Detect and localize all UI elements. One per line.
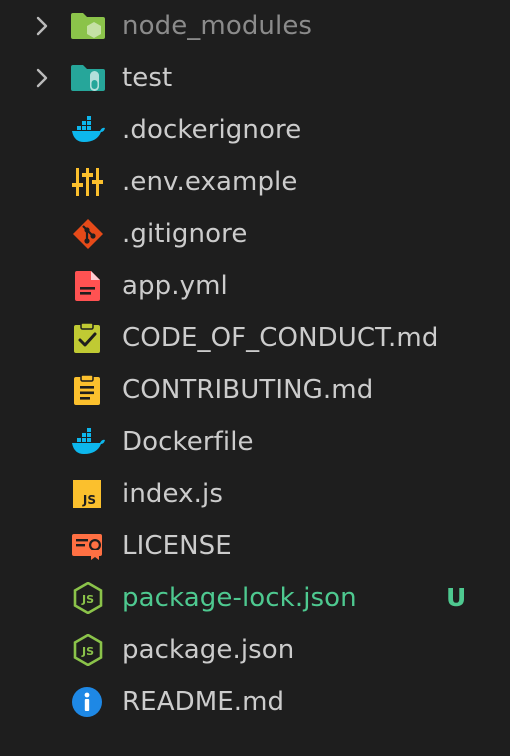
chevron-right-icon[interactable] xyxy=(30,64,54,92)
file-contributing[interactable]: CONTRIBUTING.md xyxy=(0,364,510,416)
file-package-lock-json[interactable]: JS package-lock.json U xyxy=(0,572,510,624)
file-label: app.yml xyxy=(122,271,228,301)
license-certificate-icon xyxy=(70,530,106,562)
git-status-badge: U xyxy=(446,583,467,612)
clipboard-list-icon xyxy=(70,374,106,406)
file-license[interactable]: LICENSE xyxy=(0,520,510,572)
file-label: LICENSE xyxy=(122,531,232,561)
file-gitignore[interactable]: .gitignore xyxy=(0,208,510,260)
chevron-right-icon[interactable] xyxy=(30,12,54,40)
file-dockerignore[interactable]: .dockerignore xyxy=(0,104,510,156)
settings-sliders-icon xyxy=(70,166,106,198)
docker-icon xyxy=(70,426,106,458)
file-label: package-lock.json xyxy=(122,583,357,613)
git-icon xyxy=(70,218,106,250)
javascript-icon: JS xyxy=(70,478,106,510)
file-label: package.json xyxy=(122,635,295,665)
info-icon xyxy=(70,686,106,718)
yaml-file-icon xyxy=(70,270,106,302)
file-label: CONTRIBUTING.md xyxy=(122,375,374,405)
file-readme[interactable]: README.md xyxy=(0,676,510,728)
file-index-js[interactable]: JS index.js xyxy=(0,468,510,520)
file-label: test xyxy=(122,63,173,93)
file-label: .env.example xyxy=(122,167,298,197)
folder-node-modules[interactable]: node_modules xyxy=(0,0,510,52)
docker-icon xyxy=(70,114,106,146)
file-app-yml[interactable]: app.yml xyxy=(0,260,510,312)
node-modules-folder-icon xyxy=(70,10,106,42)
file-label: Dockerfile xyxy=(122,427,254,457)
test-folder-icon xyxy=(70,62,106,94)
file-label: node_modules xyxy=(122,11,313,41)
file-dockerfile[interactable]: Dockerfile xyxy=(0,416,510,468)
file-package-json[interactable]: JS package.json xyxy=(0,624,510,676)
file-code-of-conduct[interactable]: CODE_OF_CONDUCT.md xyxy=(0,312,510,364)
file-label: README.md xyxy=(122,687,285,717)
folder-test[interactable]: test xyxy=(0,52,510,104)
svg-text:JS: JS xyxy=(81,593,94,606)
file-label: .dockerignore xyxy=(122,115,302,145)
svg-text:JS: JS xyxy=(82,493,96,507)
file-label: index.js xyxy=(122,479,223,509)
nodejs-icon: JS xyxy=(70,582,106,614)
file-label: CODE_OF_CONDUCT.md xyxy=(122,323,439,353)
clipboard-check-icon xyxy=(70,322,106,354)
file-label: .gitignore xyxy=(122,219,248,249)
nodejs-icon: JS xyxy=(70,634,106,666)
file-explorer: node_modules test .dockerignore .env.exa… xyxy=(0,0,510,756)
svg-text:JS: JS xyxy=(81,645,94,658)
file-env-example[interactable]: .env.example xyxy=(0,156,510,208)
